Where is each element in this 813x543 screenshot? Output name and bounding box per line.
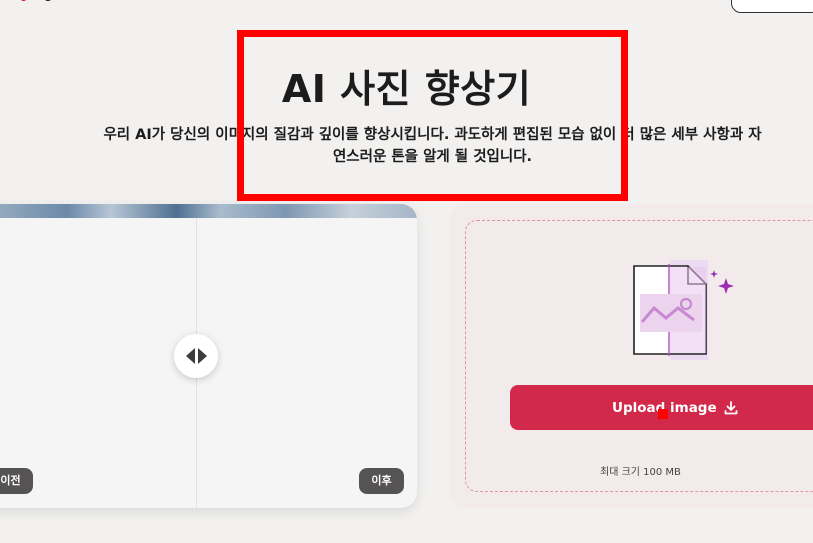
click-marker bbox=[658, 409, 668, 419]
logo-mark bbox=[21, 0, 26, 1]
header-logo-fragment: g bbox=[0, 0, 90, 6]
comparison-slider-handle[interactable] bbox=[174, 334, 218, 378]
arrow-right-icon bbox=[197, 348, 207, 364]
after-label: 이후 bbox=[359, 468, 404, 494]
max-size-note: 최대 크기 100 MB bbox=[600, 467, 681, 478]
logo-letter: g bbox=[44, 0, 53, 2]
before-label: 이전 bbox=[0, 468, 33, 494]
upload-download-icon bbox=[724, 400, 738, 414]
page-description: 우리 AI가 당신의 이미지의 질감과 깊이를 향상시킵니다. 과도하게 편집된… bbox=[103, 127, 762, 165]
upload-image-button[interactable]: Upload image bbox=[510, 385, 813, 430]
arrow-left-icon bbox=[185, 348, 195, 364]
page-title: AI 사진 향상기 bbox=[281, 67, 532, 111]
image-file-icon bbox=[633, 260, 734, 360]
highlight-annotation-box bbox=[237, 30, 628, 201]
comparison-image-preview bbox=[0, 204, 417, 218]
sparkle-icon bbox=[718, 278, 734, 294]
header-button[interactable] bbox=[731, 0, 813, 13]
